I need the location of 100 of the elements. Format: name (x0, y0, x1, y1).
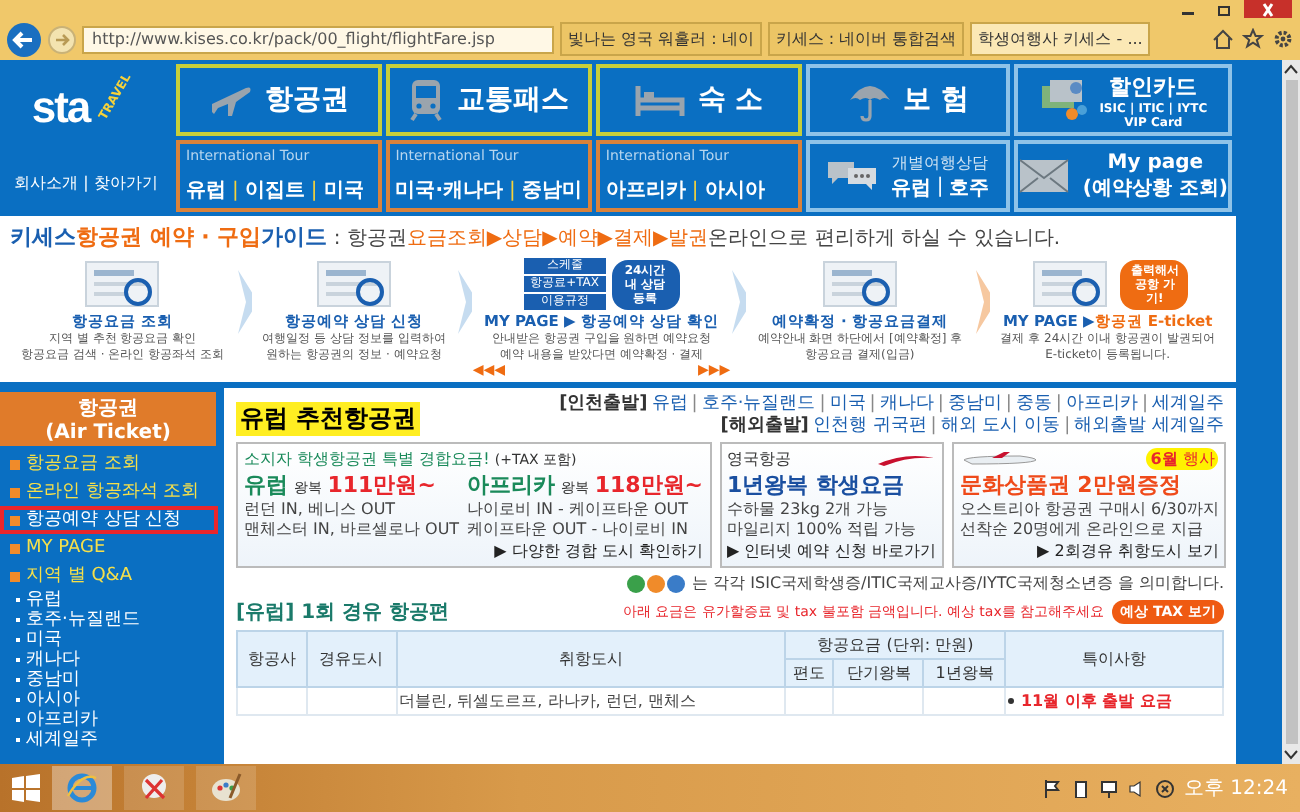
separator-text: | (930, 416, 937, 438)
departure-label: [해외출발] (720, 416, 809, 438)
banner-headline: 문화상품권 2만원증정 (959, 470, 1183, 500)
card-balls-icon (626, 573, 687, 593)
tile-label: 숙 소 (697, 82, 764, 118)
region-link[interactable]: 유럽 (890, 173, 931, 201)
destination-link[interactable]: 인천행 귀국편 (812, 416, 927, 438)
route-text: 런던 IN, 베니스 OUT (244, 500, 398, 520)
sidebar-subitem[interactable]: 유럽 (0, 590, 224, 610)
menu-tile[interactable]: 항공권 (176, 64, 382, 136)
bed-icon (633, 82, 686, 118)
separator-text: | (310, 179, 318, 201)
guide-title: 키세스항공권 예약 · 구입가이드 : 항공권요금조회▶상담▶예약▶결제▶발권온라인으로 편리하게 하실 수 있습니다. (10, 222, 1063, 252)
destination-link[interactable]: 미국 (829, 394, 866, 416)
destination-link[interactable]: 캐나다 (879, 394, 934, 416)
sidebar-subitem[interactable]: 미국 (0, 630, 224, 650)
column-header: 항공사 (237, 631, 307, 687)
scroll-up-icon[interactable] (1284, 64, 1298, 74)
close-circle-icon[interactable] (1156, 779, 1174, 797)
region-link[interactable]: 이집트 (244, 176, 305, 204)
windows-start-icon[interactable] (12, 774, 40, 802)
scissors-taskbar-icon[interactable] (124, 766, 184, 810)
separator-text: | (509, 179, 516, 201)
browser-tab[interactable]: 학생여행사 키세스 - ... (970, 22, 1151, 56)
banner-link[interactable]: ▶ 인터넷 예약 신청 바로가기 (727, 540, 936, 562)
region-link[interactable]: 호주 (949, 173, 990, 201)
region-link[interactable]: 중남미 (521, 176, 582, 204)
sidebar-item[interactable]: 항공요금 조회 (0, 450, 218, 478)
column-header: 1년왕복 (923, 659, 1006, 687)
heading-subtext: (Air Ticket) (45, 422, 171, 444)
banner-text: 선착순 20명에게 온라인으로 지급 (959, 520, 1206, 540)
tile-label: My page (1107, 151, 1204, 173)
consult-tile[interactable]: 개별여행상담 유럽 | 호주 (805, 140, 1011, 212)
destination-link[interactable]: 중남미 (947, 394, 1002, 416)
back-icon[interactable] (6, 21, 42, 57)
destination-link[interactable]: 해외출발 세계일주 (1074, 416, 1224, 438)
home-icon[interactable] (1212, 28, 1234, 50)
scrollbar-thumb[interactable] (1285, 80, 1297, 744)
logo-text[interactable]: sta (31, 82, 90, 135)
banner-link[interactable]: ▶ 다양한 경합 도시 확인하기 (494, 540, 703, 562)
menu-tile[interactable]: 교통패스 (385, 64, 592, 136)
sidebar-item[interactable]: 지역 별 Q&A (0, 562, 218, 590)
mypage-tile[interactable]: My page (예약상황 조회) (1014, 140, 1232, 212)
settings-icon[interactable] (1272, 28, 1294, 50)
tile-label: 할인카드 (1109, 71, 1198, 101)
sidebar-item[interactable]: 항공예약 상담 신청 (0, 506, 218, 534)
destination-link[interactable]: 해외 도시 이동 (940, 416, 1061, 438)
region-link[interactable]: 미국·캐나다 (395, 176, 504, 204)
destination-link[interactable]: 세계일주 (1152, 394, 1224, 416)
cards-icon (1039, 78, 1088, 122)
browser-tab[interactable]: 빛나는 영국 워홀러 : 네이 (560, 22, 762, 56)
speaker-icon[interactable] (1128, 779, 1146, 797)
sidebar-subitem[interactable]: 중남미 (0, 670, 224, 690)
route-text: 맨체스터 IN, 바르셀로나 OUT (244, 520, 460, 540)
address-field[interactable]: http://www.kises.co.kr/pack/00_flight/flightFare.jsp (82, 25, 554, 53)
scroll-down-icon[interactable] (1284, 750, 1298, 760)
network-icon[interactable] (1100, 779, 1118, 797)
menu-tile[interactable]: 보 험 (805, 64, 1011, 136)
region-link[interactable]: 아프리카 (605, 176, 686, 204)
tile-subtext: (예약상황 조회) (1082, 175, 1228, 201)
star-icon[interactable] (1242, 28, 1264, 50)
flag-icon[interactable] (1044, 779, 1062, 797)
destination-link[interactable]: 유럽 (651, 394, 688, 416)
destination-link[interactable]: 중동 (1015, 394, 1052, 416)
table-cell: 더블린, 뒤셀도르프, 라나카, 런던, 맨체스 (396, 687, 785, 715)
region-link[interactable]: 미국 (323, 176, 364, 204)
battery-icon[interactable] (1072, 779, 1090, 797)
region-link[interactable]: 아시아 (704, 176, 765, 204)
column-header: 특이사항 (1005, 631, 1223, 687)
banner-link[interactable]: ▶ 2회경유 취항도시 보기 (1037, 540, 1219, 562)
region-link[interactable]: 유럽 (186, 176, 226, 204)
promo-banner[interactable]: 6월 행사 문화상품권 2만원증정 오스트리아 항공권 구매시 6/30까지 선착순 20명에게 온라인으로 지급 ▶ 2회경유 취항도시 보기 (951, 442, 1227, 568)
tile-label: 보 험 (903, 82, 969, 118)
bus-icon (408, 78, 445, 122)
sidebar-subitem[interactable]: 아프리카 (0, 710, 224, 730)
destination-link[interactable]: 호주·뉴질랜드 (701, 394, 816, 416)
separator-text: | (232, 179, 239, 201)
sidebar-subitem[interactable]: 호주·뉴질랜드 (0, 610, 224, 630)
menu-tile[interactable]: 숙 소 (595, 64, 802, 136)
browser-tab[interactable]: 키세스 : 네이버 통합검색 (767, 22, 965, 56)
banner-caption: 영국항공 (727, 448, 791, 470)
company-links[interactable]: 회사소개 | 찾아가기 (14, 171, 158, 194)
separator-text: | (691, 179, 699, 201)
sidebar-item[interactable]: 온라인 항공좌석 조회 (0, 478, 218, 506)
sidebar-item[interactable]: MY PAGE (0, 534, 218, 562)
route-text: 케이프타운 OUT - 나이로비 IN (467, 520, 691, 540)
sidebar-subitem[interactable]: 아시아 (0, 690, 224, 710)
promo-banner[interactable]: 영국항공 1년왕복 학생요금 수하물 23kg 2개 가능 마일리지 100% 적립 가능 ▶ 인터넷 예약 신청 바로가기 (719, 442, 944, 568)
sidebar-subitem[interactable]: 캐나다 (0, 650, 224, 670)
sidebar-subitem[interactable]: 세계일주 (0, 730, 224, 750)
close-icon[interactable] (1244, 0, 1292, 18)
chevron-icon (235, 268, 252, 336)
column-header: 취항도시 (396, 631, 785, 687)
tile-label: 항공권 (264, 82, 349, 118)
scrollbar[interactable] (1282, 60, 1300, 764)
separator-text: | (819, 394, 826, 416)
envelope-icon (1018, 158, 1071, 194)
paint-palette-taskbar-icon[interactable] (196, 766, 256, 810)
legend-text: 는 각각 ISIC국제학생증/ITIC국제교사증/IYTC국제청소년증 을 의미합니다. (692, 572, 1224, 594)
destination-link[interactable]: 아프리카 (1065, 394, 1138, 416)
